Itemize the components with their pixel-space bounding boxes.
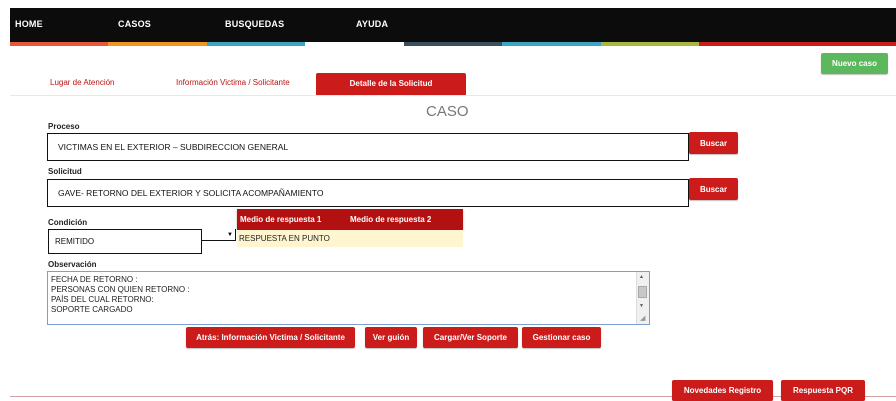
back-button[interactable]: Atrás: Información Victima / Solicitante <box>186 327 355 348</box>
buscar-proceso-button[interactable]: Buscar <box>689 132 738 154</box>
ver-guion-button[interactable]: Ver guión <box>365 327 417 348</box>
stripe-segment <box>10 42 109 46</box>
observacion-label: Observación <box>48 260 97 269</box>
stripe-segment <box>600 42 700 46</box>
observacion-text: FECHA DE RETORNO : PERSONAS CON QUIEN RE… <box>51 275 190 314</box>
medio1-value: RESPUESTA EN PUNTO <box>239 234 330 243</box>
stripe-segment <box>797 42 896 46</box>
stripe-segment <box>699 42 798 46</box>
proceso-field[interactable]: VICTIMAS EN EL EXTERIOR – SUBDIRECCION G… <box>47 133 689 161</box>
stripe-segment <box>206 42 306 46</box>
top-nav-bar: HOME CASOS BUSQUEDAS AYUDA <box>10 8 896 42</box>
nav-ayuda[interactable]: AYUDA <box>356 19 388 29</box>
scroll-down-icon[interactable]: ▼ <box>639 303 644 309</box>
stripe-segment <box>108 42 207 46</box>
scroll-thumb[interactable] <box>638 286 647 298</box>
nav-busquedas[interactable]: BUSQUEDAS <box>225 19 284 29</box>
nav-home[interactable]: HOME <box>15 19 43 29</box>
stripe-segment <box>502 42 601 46</box>
nav-casos[interactable]: CASOS <box>118 19 151 29</box>
medio-respuesta-row: RESPUESTA EN PUNTO <box>237 230 463 247</box>
cargar-soporte-button[interactable]: Cargar/Ver Soporte <box>423 327 518 348</box>
new-case-button[interactable]: Nuevo caso <box>821 53 888 74</box>
solicitud-field[interactable]: GAVE- RETORNO DEL EXTERIOR Y SOLICITA AC… <box>47 179 689 207</box>
novedades-registro-button[interactable]: Novedades Registro <box>672 380 773 401</box>
condicion-select[interactable]: REMITIDO <box>48 229 202 254</box>
tab-informacion-victima[interactable]: Información Victima / Solicitante <box>176 78 290 87</box>
stripe-segment <box>305 42 404 46</box>
respuesta-pqr-button[interactable]: Respuesta PQR <box>781 380 865 401</box>
tab-detalle-solicitud[interactable]: Detalle de la Solicitud <box>316 73 466 95</box>
stripe-segment <box>403 42 503 46</box>
gestionar-caso-button[interactable]: Gestionar caso <box>522 327 601 348</box>
medio1-header: Medio de respuesta 1 <box>240 215 322 224</box>
medio-respuesta-header: Medio de respuesta 1 Medio de respuesta … <box>237 209 463 230</box>
resize-grip-icon[interactable]: ◢ <box>640 314 645 322</box>
solicitud-label: Solicitud <box>48 167 82 176</box>
proceso-label: Proceso <box>48 122 80 131</box>
tab-lugar-atencion[interactable]: Lugar de Atención <box>50 78 115 87</box>
medio2-header: Medio de respuesta 2 <box>350 215 432 224</box>
observacion-scrollbar[interactable]: ▲ ▼ ◢ <box>636 272 649 324</box>
color-stripe <box>10 42 896 46</box>
condicion-label: Condición <box>48 218 88 227</box>
tab-divider <box>10 95 896 96</box>
observacion-textarea[interactable]: FECHA DE RETORNO : PERSONAS CON QUIEN RE… <box>47 271 650 325</box>
chevron-down-icon[interactable]: ▼ <box>202 229 236 241</box>
scroll-up-icon[interactable]: ▲ <box>639 274 644 280</box>
buscar-solicitud-button[interactable]: Buscar <box>689 178 738 200</box>
section-title: CASO <box>426 103 469 120</box>
